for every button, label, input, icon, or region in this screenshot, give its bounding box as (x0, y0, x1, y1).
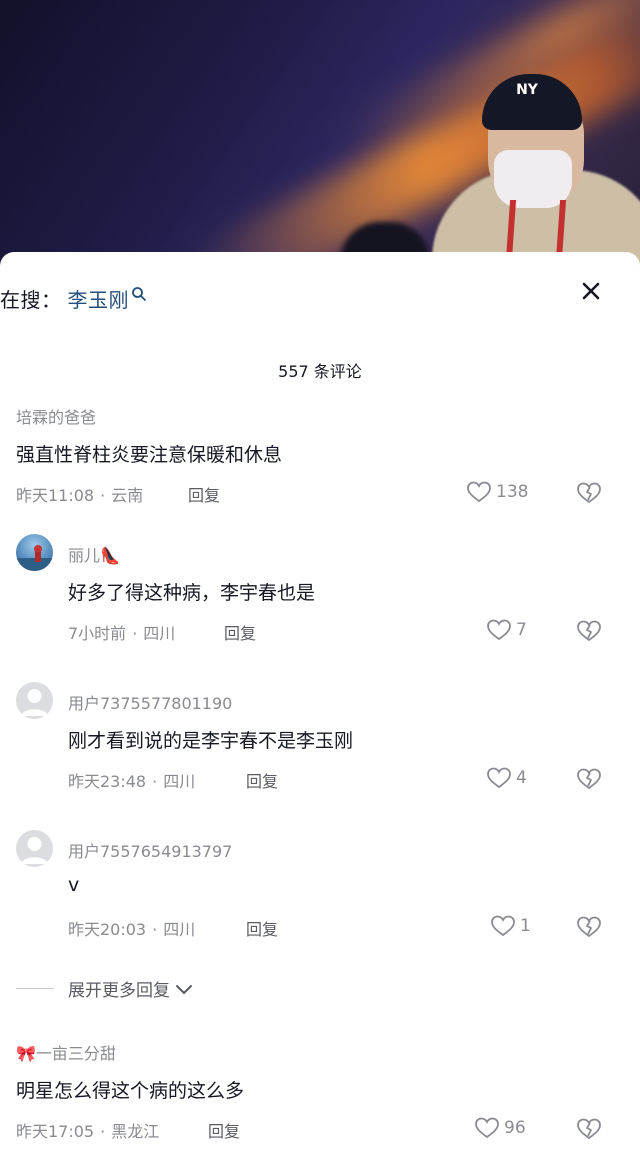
default-avatar-icon[interactable] (16, 830, 53, 867)
comment-text: 明星怎么得这个病的这么多 (16, 1080, 245, 1102)
expand-replies-label[interactable]: 展开更多回复 (68, 976, 170, 1001)
meta-separator: · (100, 486, 106, 505)
avatar[interactable] (16, 534, 53, 571)
comment-username[interactable]: 培霖的爸爸 (16, 404, 96, 428)
dislike-heart-icon[interactable] (576, 1116, 602, 1142)
comment-location: 四川 (163, 920, 196, 939)
like-count: 4 (516, 768, 527, 788)
comment-time: 昨天17:05 (16, 1122, 95, 1141)
like-button[interactable]: 138 (466, 480, 528, 504)
heart-icon (467, 481, 491, 503)
comment-meta: 昨天23:48 · 四川 (68, 768, 195, 792)
search-icon (131, 286, 147, 302)
like-button[interactable]: 1 (490, 914, 531, 938)
avatar-photo (16, 545, 53, 571)
search-prefix: 在搜： (0, 287, 62, 312)
like-count: 7 (516, 620, 527, 640)
like-button[interactable]: 7 (486, 618, 527, 642)
dislike-heart-icon[interactable] (576, 618, 602, 644)
comment-username[interactable]: 用户7375577801190 (68, 690, 232, 714)
comment-location: 四川 (143, 624, 176, 643)
comment-meta: 7小时前 · 四川 (68, 620, 175, 644)
close-button[interactable] (574, 274, 608, 308)
comment-meta: 昨天17:05 · 黑龙江 (16, 1118, 159, 1142)
comment-text: v (68, 874, 80, 896)
comment-username[interactable]: 丽儿👠 (68, 542, 120, 566)
comment-location: 云南 (111, 486, 144, 505)
comment-time: 昨天20:03 (68, 920, 147, 939)
meta-separator: · (152, 772, 158, 791)
dislike-heart-icon[interactable] (576, 766, 602, 792)
comment-count: 557 条评论 (278, 362, 362, 381)
meta-separator: · (152, 920, 158, 939)
comment-text: 好多了得这种病，李宇春也是 (68, 582, 316, 604)
comment-text: 刚才看到说的是李宇春不是李玉刚 (68, 730, 354, 752)
comment-meta: 昨天20:03 · 四川 (68, 916, 195, 940)
divider-line (16, 988, 54, 989)
comment-sheet: 在搜： 李玉刚 557 条评论 培霖的爸爸 强直性脊柱炎要注意保暖和休息 昨天1… (0, 252, 640, 1158)
like-button[interactable]: 96 (474, 1116, 526, 1140)
heart-icon (491, 915, 515, 937)
heart-icon (487, 619, 511, 641)
default-avatar-icon[interactable] (16, 682, 53, 719)
comment-time: 昨天23:48 (68, 772, 147, 791)
like-count: 1 (520, 916, 531, 936)
heart-icon (487, 767, 511, 789)
search-term-link[interactable]: 李玉刚 (68, 284, 130, 313)
video-player[interactable]: NY (0, 0, 640, 270)
comment-username[interactable]: 用户7557654913797 (68, 838, 232, 862)
dislike-heart-icon[interactable] (576, 480, 602, 506)
meta-separator: · (132, 624, 138, 643)
expand-replies[interactable]: 展开更多回复 (16, 976, 194, 1001)
reply-button[interactable]: 回复 (188, 482, 220, 506)
comment-time: 昨天11:08 (16, 486, 95, 505)
heart-icon (475, 1117, 499, 1139)
chevron-down-icon (176, 984, 192, 994)
like-count: 138 (496, 482, 529, 502)
video-person-lanyard (505, 200, 567, 260)
meta-separator: · (100, 1122, 106, 1141)
comment-meta: 昨天11:08 · 云南 (16, 482, 143, 506)
comment-location: 黑龙江 (111, 1122, 160, 1141)
reply-button[interactable]: 回复 (246, 768, 278, 792)
comment-location: 四川 (163, 772, 196, 791)
reply-button[interactable]: 回复 (246, 916, 278, 940)
cap-logo: NY (516, 82, 538, 98)
comment-text: 强直性脊柱炎要注意保暖和休息 (16, 444, 283, 466)
like-button[interactable]: 4 (486, 766, 527, 790)
comment-time: 7小时前 (68, 624, 127, 643)
close-icon (582, 282, 600, 300)
dislike-heart-icon[interactable] (576, 914, 602, 940)
search-suggestion[interactable]: 在搜： 李玉刚 (0, 282, 147, 314)
reply-button[interactable]: 回复 (208, 1118, 240, 1142)
reply-button[interactable]: 回复 (224, 620, 256, 644)
comment-username[interactable]: 🎀一亩三分甜 (16, 1040, 116, 1064)
like-count: 96 (504, 1118, 526, 1138)
